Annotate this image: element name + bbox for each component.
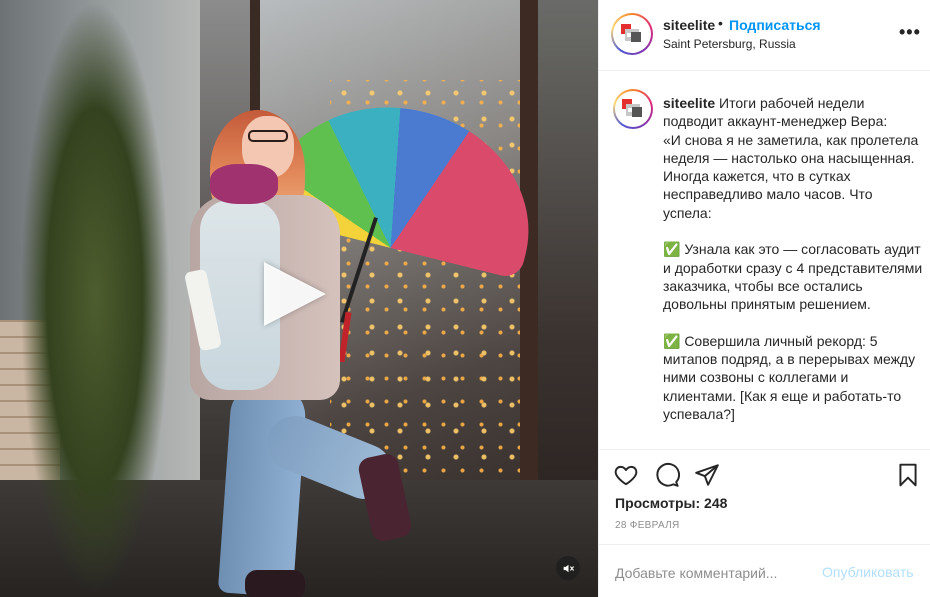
caption-text: Итоги рабочей недели подводит аккаунт-ме… (663, 95, 923, 423)
siteelite-logo-icon (622, 98, 644, 120)
siteelite-logo-icon (621, 23, 643, 45)
share-icon[interactable] (694, 462, 720, 488)
publish-button[interactable]: Опубликовать (822, 564, 914, 580)
more-options-icon[interactable]: ••• (899, 23, 921, 41)
comment-input[interactable] (615, 563, 815, 583)
volume-mute-icon (563, 564, 574, 572)
caption: siteelite Итоги рабочей недели подводит … (663, 94, 925, 423)
comment-bar: Опубликовать (599, 544, 930, 597)
scarf (210, 164, 278, 204)
caption-section[interactable]: siteelite Итоги рабочей недели подводит … (599, 71, 930, 449)
avatar[interactable] (611, 13, 653, 55)
window-frame (520, 0, 538, 560)
heart-icon[interactable] (613, 462, 639, 488)
boot (245, 570, 305, 597)
username-link[interactable]: siteelite (663, 17, 715, 33)
comment-icon[interactable] (654, 462, 680, 488)
caption-avatar[interactable] (613, 89, 653, 129)
post-date[interactable]: 28 ФЕВРАЛЯ (615, 520, 680, 531)
play-icon[interactable] (264, 262, 326, 326)
mute-button[interactable] (556, 556, 580, 580)
thuja-tree (20, 0, 170, 597)
follow-button[interactable]: Подписаться (729, 17, 821, 33)
bookmark-icon[interactable] (895, 462, 921, 488)
glasses (248, 130, 288, 142)
shop-window-right (538, 0, 598, 560)
location-link[interactable]: Saint Petersburg, Russia (663, 37, 796, 51)
post-video[interactable] (0, 0, 598, 597)
caption-username[interactable]: siteelite (663, 95, 715, 111)
post-header: siteelite • Подписаться Saint Petersburg… (599, 0, 930, 71)
woman-with-umbrella (170, 80, 553, 597)
separator-dot: • (718, 15, 723, 31)
post-sidebar: siteelite • Подписаться Saint Petersburg… (598, 0, 930, 597)
boot-raised (356, 451, 414, 544)
views-count[interactable]: Просмотры: 248 (615, 495, 727, 511)
action-bar (599, 449, 930, 493)
